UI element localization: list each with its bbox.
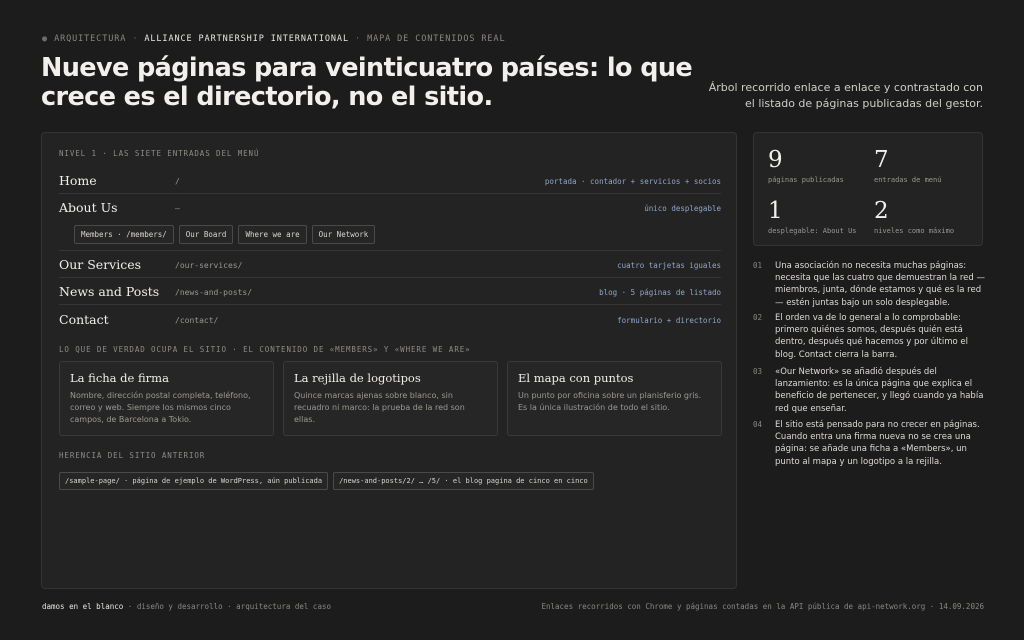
menu-item-news-and-posts[interactable]: News and Posts /news-and-posts/ blog · 5… (59, 278, 721, 305)
menu-item-name: About Us (59, 200, 118, 215)
stat-label: desplegable: About Us (768, 227, 857, 235)
eyebrow-separator: · (132, 34, 139, 44)
card-dot-map: El mapa con puntos Un punto por oficina … (507, 361, 722, 436)
legacy-item-news-pagination[interactable]: /news-and-posts/2/ … /5/ · el blog pagin… (333, 472, 594, 490)
stat-number: 2 (874, 198, 889, 224)
stat-number: 7 (874, 147, 889, 173)
footer-case: arquitectura del caso (236, 602, 331, 611)
menu-item-note: único desplegable (644, 204, 721, 213)
submenu-item-where-we-are[interactable]: Where we are (238, 225, 307, 244)
card-title: El mapa con puntos (518, 371, 634, 385)
eyebrow-client: ALLIANCE PARTNERSHIP INTERNATIONAL (144, 34, 349, 44)
menu-item-name: Contact (59, 312, 109, 327)
menu-item-path: /contact/ (175, 316, 219, 325)
note-text: El sitio está pensado para no crecer en … (775, 420, 980, 467)
stat-dropdowns: 1 desplegable: About Us (768, 199, 857, 235)
about-us-submenu: Members · /members/ Our Board Where we a… (74, 225, 376, 244)
note-text: «Our Network» se añadió después del lanz… (775, 367, 984, 414)
card-text: Un punto por oficina sobre un planisferi… (518, 391, 702, 412)
card-text: Nombre, dirección postal completa, teléf… (70, 391, 251, 424)
page-lede-line: Árbol recorrido enlace a enlace y contra… (708, 81, 983, 94)
note-number: 02 (753, 313, 763, 322)
menu-item-our-services[interactable]: Our Services /our-services/ cuatro tarje… (59, 251, 721, 278)
menu-item-note: portada · contador + servicios + socios (544, 177, 721, 186)
menu-item-name: Home (59, 173, 97, 188)
submenu-item-members[interactable]: Members · /members/ (74, 225, 174, 244)
note-text: El orden va de lo general a lo comprobab… (775, 313, 969, 360)
menu-item-path: — (175, 204, 180, 213)
page-lede-line: el listado de páginas publicadas del ges… (745, 96, 983, 110)
stats-panel: 9 páginas publicadas 7 entradas de menú … (753, 132, 983, 246)
legacy-item-sample-page[interactable]: /sample-page/ · página de ejemplo de Wor… (59, 472, 329, 490)
menu-section-label: NIVEL 1 · LAS SIETE ENTRADAS DEL MENÚ (59, 149, 260, 158)
footer-separator: · (227, 602, 232, 611)
stat-label: entradas de menú (874, 176, 942, 184)
footer-role: diseño y desarrollo (136, 602, 223, 611)
menu-item-note: cuatro tarjetas iguales (617, 261, 721, 270)
menu-item-home[interactable]: Home / portada · contador + servicios + … (59, 167, 721, 194)
footer-brand[interactable]: damos en el blanco (42, 602, 123, 611)
note-number: 04 (753, 420, 763, 429)
stat-pages: 9 páginas publicadas (768, 148, 844, 184)
note-text: Una asociación no necesita muchas página… (775, 261, 985, 308)
card-logo-grid: La rejilla de logotipos Quince marcas aj… (283, 361, 498, 436)
menu-item-note: formulario + directorio (617, 316, 721, 325)
content-cards: La ficha de firma Nombre, dirección post… (59, 361, 722, 436)
eyebrow: ● ARQUITECTURA · ALLIANCE PARTNERSHIP IN… (42, 34, 505, 44)
page-title-line: Nueve páginas para veinticuatro países: … (41, 53, 693, 83)
content-section-label: LO QUE DE VERDAD OCUPA EL SITIO · EL CON… (59, 345, 471, 354)
eyebrow-separator: · (355, 34, 362, 44)
stat-number: 9 (768, 147, 783, 173)
footer-source: Enlaces recorridos con Chrome y páginas … (541, 602, 984, 611)
content-map-panel: NIVEL 1 · LAS SIETE ENTRADAS DEL MENÚ Ho… (41, 132, 737, 589)
stat-menu-entries: 7 entradas de menú (874, 148, 941, 184)
eyebrow-topic: MAPA DE CONTENIDOS REAL (367, 34, 506, 44)
card-firm-profile: La ficha de firma Nombre, dirección post… (59, 361, 274, 436)
footer-credits: damos en el blanco · diseño y desarrollo… (42, 602, 331, 611)
menu-item-path: / (175, 177, 180, 186)
card-text: Quince marcas ajenas sobre blanco, sin r… (294, 391, 465, 424)
stat-label: niveles como máximo (874, 227, 955, 235)
legacy-list: /sample-page/ · página de ejemplo de Wor… (59, 472, 594, 490)
card-title: La ficha de firma (70, 371, 169, 385)
legacy-section-label: HERENCIA DEL SITIO ANTERIOR (59, 451, 206, 460)
card-title: La rejilla de logotipos (294, 371, 421, 385)
menu-item-name: Our Services (59, 257, 142, 272)
note-number: 01 (753, 261, 763, 270)
bullet-icon: ● (42, 34, 49, 44)
page-lede: Árbol recorrido enlace a enlace y contra… (683, 80, 983, 111)
stat-label: páginas publicadas (768, 176, 844, 184)
page-title: Nueve páginas para veinticuatro países: … (41, 54, 701, 112)
menu-item-name: News and Posts (59, 284, 160, 299)
stat-number: 1 (768, 198, 783, 224)
stat-levels: 2 niveles como máximo (874, 199, 954, 235)
menu-item-contact[interactable]: Contact /contact/ formulario + directori… (59, 306, 721, 333)
footer-separator: · (127, 602, 133, 611)
menu-item-note: blog · 5 páginas de listado (599, 288, 721, 297)
page-title-line: crece es el directorio, no el sitio. (41, 82, 493, 112)
submenu-item-our-board[interactable]: Our Board (178, 225, 234, 244)
eyebrow-section: ARQUITECTURA (54, 34, 127, 44)
menu-item-about-us[interactable]: About Us — único desplegable (59, 194, 721, 221)
menu-item-path: /news-and-posts/ (175, 288, 253, 297)
submenu-item-our-network[interactable]: Our Network (311, 225, 376, 244)
menu-item-path: /our-services/ (175, 261, 243, 270)
note-number: 03 (753, 367, 763, 376)
